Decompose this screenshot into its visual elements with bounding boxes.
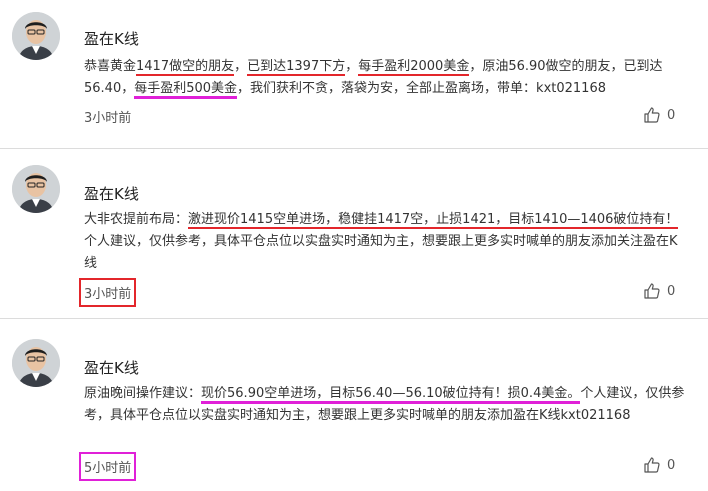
like-count: 0 <box>667 283 676 299</box>
avatar-icon <box>12 339 60 387</box>
post-1: 盈在K线 恭喜黄金1417做空的朋友，已到达1397下方，每手盈利2000美金，… <box>0 0 708 140</box>
text-segment: 恭喜黄金 <box>84 59 137 74</box>
text-segment: 原油晚间操作建议： <box>84 386 202 401</box>
post-3: 盈在K线 原油晚间操作建议：现价56.90空单进场，目标56.40—56.10破… <box>0 319 708 491</box>
like-button[interactable]: 0 <box>643 282 675 300</box>
thumbs-up-icon <box>644 283 660 299</box>
timestamp: 3小时前 <box>84 111 132 126</box>
text-segment: 个人建议，仅供参考，具体平仓点位以实盘实时通知为主，想要跟上更多实时喊单的朋友添… <box>84 234 678 271</box>
avatar[interactable] <box>12 339 60 387</box>
author-name[interactable]: 盈在K线 <box>84 28 139 49</box>
highlight-segment: 每手盈利2000美金 <box>358 59 470 76</box>
highlight-segment: 每手盈利500美金 <box>134 81 238 99</box>
like-button[interactable]: 0 <box>643 106 675 124</box>
text-segment: ， <box>234 59 248 74</box>
like-button[interactable]: 0 <box>643 456 675 474</box>
highlight-segment: 现价56.90空单进场，目标56.40—56.10破位持有！损0.4美金。 <box>201 386 581 404</box>
highlight-segment: 1417做空的朋友 <box>136 59 235 76</box>
post-body: 大非农提前布局：激进现价1415空单进场，稳健挂1417空，止损1421，目标1… <box>84 209 686 275</box>
highlight-segment: 激进现价1415空单进场，稳健挂1417空，止损1421，目标1410—1406… <box>188 212 679 229</box>
avatar[interactable] <box>12 12 60 60</box>
text-segment: ， <box>345 59 359 74</box>
timestamp: 5小时前 <box>78 452 137 481</box>
thumbs-up-icon <box>644 457 660 473</box>
post-body: 恭喜黄金1417做空的朋友，已到达1397下方，每手盈利2000美金，原油56.… <box>84 56 686 100</box>
timestamp: 3小时前 <box>78 278 137 307</box>
like-count: 0 <box>667 457 676 473</box>
author-name[interactable]: 盈在K线 <box>84 357 139 378</box>
highlight-segment: 已到达1397下方 <box>247 59 346 76</box>
like-count: 0 <box>667 107 676 123</box>
avatar-icon <box>12 12 60 60</box>
author-name[interactable]: 盈在K线 <box>84 183 139 204</box>
post-body: 原油晚间操作建议：现价56.90空单进场，目标56.40—56.10破位持有！损… <box>84 383 686 427</box>
avatar[interactable] <box>12 165 60 213</box>
post-2: 盈在K线 大非农提前布局：激进现价1415空单进场，稳健挂1417空，止损142… <box>0 149 708 309</box>
thumbs-up-icon <box>644 107 660 123</box>
avatar-icon <box>12 165 60 213</box>
text-segment: 大非农提前布局： <box>84 212 189 227</box>
text-segment: ，我们获利不贪，落袋为安，全部止盈离场，带单：kxt021168 <box>237 81 606 96</box>
